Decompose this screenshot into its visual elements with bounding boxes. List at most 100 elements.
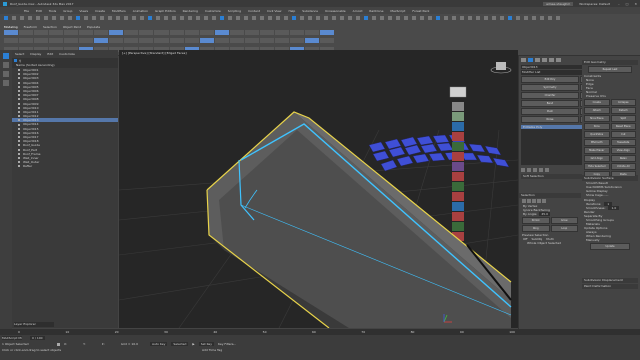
toolbar-button-icon[interactable] xyxy=(476,16,480,20)
toolbar-button-icon[interactable] xyxy=(76,16,80,20)
menu-item[interactable]: Substance xyxy=(302,9,318,13)
ribbon-tool-icon[interactable] xyxy=(169,38,184,44)
ribbon-tool-icon[interactable] xyxy=(64,38,79,44)
hierarchy-tool-icon[interactable] xyxy=(3,71,9,77)
toolbar-button-icon[interactable] xyxy=(180,16,184,20)
toolbar-button-icon[interactable] xyxy=(220,16,224,20)
toolbar-button-icon[interactable] xyxy=(4,16,8,20)
element-icon[interactable] xyxy=(542,199,546,203)
modifier-button[interactable]: Symmetry xyxy=(521,84,579,91)
visibility-eye-icon[interactable] xyxy=(18,165,20,168)
menu-item[interactable]: Forest Pack xyxy=(412,9,429,13)
polygon-icon[interactable] xyxy=(537,199,541,203)
ribbon-tool-icon[interactable] xyxy=(154,38,169,44)
configure-sets-icon[interactable] xyxy=(545,167,549,172)
split-button[interactable]: Split xyxy=(610,115,636,122)
manually-radio[interactable]: Manually xyxy=(582,238,638,242)
visibility-eye-icon[interactable] xyxy=(18,127,20,130)
ribbon-tool-icon[interactable] xyxy=(184,30,199,35)
modifier-button[interactable]: Bend xyxy=(521,100,579,107)
grid-align-button[interactable]: Grid Align xyxy=(584,155,610,162)
ribbon-tool-icon[interactable] xyxy=(214,38,229,44)
add-time-tag-button[interactable]: Add Time Tag xyxy=(202,348,222,352)
edit-geometry-title[interactable]: Edit Geometry xyxy=(582,60,638,65)
toolbar-button-icon[interactable] xyxy=(108,16,112,20)
ribbon-tool-icon[interactable] xyxy=(289,30,304,35)
scene-explorer-tab[interactable]: Edit xyxy=(47,52,53,56)
toolbar-button-icon[interactable] xyxy=(404,16,408,20)
visibility-eye-icon[interactable] xyxy=(18,110,20,113)
toolbar-button-icon[interactable] xyxy=(164,16,168,20)
vertex-icon[interactable] xyxy=(522,199,526,203)
ribbon-tool-icon[interactable] xyxy=(214,30,229,35)
visibility-eye-icon[interactable] xyxy=(18,85,20,88)
ribbon-tool-icon[interactable] xyxy=(229,38,244,44)
menu-item[interactable]: Views xyxy=(79,9,88,13)
toolbar-button-icon[interactable] xyxy=(284,16,288,20)
modifier-button[interactable]: Chamfer xyxy=(521,92,579,99)
ribbon-tool-icon[interactable] xyxy=(19,38,34,44)
ribbon-tool-icon[interactable] xyxy=(289,38,304,44)
visibility-eye-icon[interactable] xyxy=(18,144,20,147)
toolbar-button-icon[interactable] xyxy=(52,16,56,20)
toolbar-button-icon[interactable] xyxy=(92,16,96,20)
auto-key-button[interactable]: Auto Key xyxy=(150,342,168,346)
toolbar-button-icon[interactable] xyxy=(316,16,320,20)
ribbon-tab[interactable]: Selection xyxy=(43,25,57,29)
slice-button[interactable]: Slice xyxy=(584,123,610,130)
ribbon-tool-icon[interactable] xyxy=(124,30,139,35)
search-icon[interactable]: ⚲ xyxy=(19,59,21,63)
toolbar-button-icon[interactable] xyxy=(556,16,560,20)
toolbar-button-icon[interactable] xyxy=(268,16,272,20)
smoothness-spinner[interactable]: 1.0 xyxy=(608,206,620,210)
visibility-eye-icon[interactable] xyxy=(18,94,20,97)
modifier-button[interactable]: Push xyxy=(521,108,579,115)
filter-tool-icon[interactable] xyxy=(3,80,9,86)
ribbon-tool-icon[interactable] xyxy=(49,38,64,44)
ribbon-tool-icon[interactable] xyxy=(169,30,184,35)
grow-button[interactable]: Grow xyxy=(550,217,578,224)
quickslice-button[interactable]: QuickSlice xyxy=(584,131,610,138)
ribbon-tool-icon[interactable] xyxy=(19,30,34,35)
hide-selected-button[interactable]: Hide Selected xyxy=(584,163,610,170)
menu-item[interactable]: Customize xyxy=(205,9,221,13)
update-button[interactable]: Update xyxy=(590,243,630,250)
toolbar-button-icon[interactable] xyxy=(44,16,48,20)
toolbar-button-icon[interactable] xyxy=(276,16,280,20)
ribbon-tool-icon[interactable] xyxy=(184,38,199,44)
modifier-button[interactable]: Edit Poly xyxy=(521,76,579,83)
ribbon-tab[interactable]: Object Paint xyxy=(63,25,81,29)
hierarchy-tab-icon[interactable] xyxy=(535,58,540,62)
loop-button[interactable]: Loop xyxy=(550,225,578,232)
ribbon-tool-icon[interactable] xyxy=(79,38,94,44)
toolbar-button-icon[interactable] xyxy=(172,16,176,20)
workspace-dropdown[interactable]: Workspaces: Default xyxy=(579,2,610,6)
toolbar-button-icon[interactable] xyxy=(308,16,312,20)
layer-explorer-label[interactable]: Layer Explorer xyxy=(14,322,54,327)
set-key-button[interactable]: Set Key xyxy=(198,342,215,346)
shrink-button[interactable]: Shrink xyxy=(522,217,550,224)
toolbar-button-icon[interactable] xyxy=(236,16,240,20)
angle-spinner[interactable]: 45.0 xyxy=(539,212,551,216)
visibility-eye-icon[interactable] xyxy=(18,152,20,155)
visibility-eye-icon[interactable] xyxy=(18,90,20,93)
scene-explorer-tab[interactable]: Select xyxy=(15,52,24,56)
pin-stack-icon[interactable] xyxy=(521,167,525,172)
visibility-eye-icon[interactable] xyxy=(18,115,20,118)
ribbon-tab[interactable]: Populate xyxy=(87,25,100,29)
toolbar-button-icon[interactable] xyxy=(540,16,544,20)
maxscript-listener[interactable]: MAXScript Mi xyxy=(2,336,22,340)
toolbar-button-icon[interactable] xyxy=(60,16,64,20)
ribbon-tab[interactable]: Modeling xyxy=(4,25,18,29)
menu-item[interactable]: Content xyxy=(248,9,260,13)
toolbar-button-icon[interactable] xyxy=(500,16,504,20)
create-button[interactable]: Create xyxy=(584,99,610,106)
toolbar-button-icon[interactable] xyxy=(412,16,416,20)
toolbar-button-icon[interactable] xyxy=(364,16,368,20)
ribbon-tool-icon[interactable] xyxy=(139,38,154,44)
toolbar-button-icon[interactable] xyxy=(36,16,40,20)
sign-in-field[interactable]: aimee.shaughm xyxy=(543,1,574,6)
ribbon-tool-icon[interactable] xyxy=(244,30,259,35)
scene-explorer-tab[interactable]: Display xyxy=(30,52,41,56)
toolbar-button-icon[interactable] xyxy=(444,16,448,20)
